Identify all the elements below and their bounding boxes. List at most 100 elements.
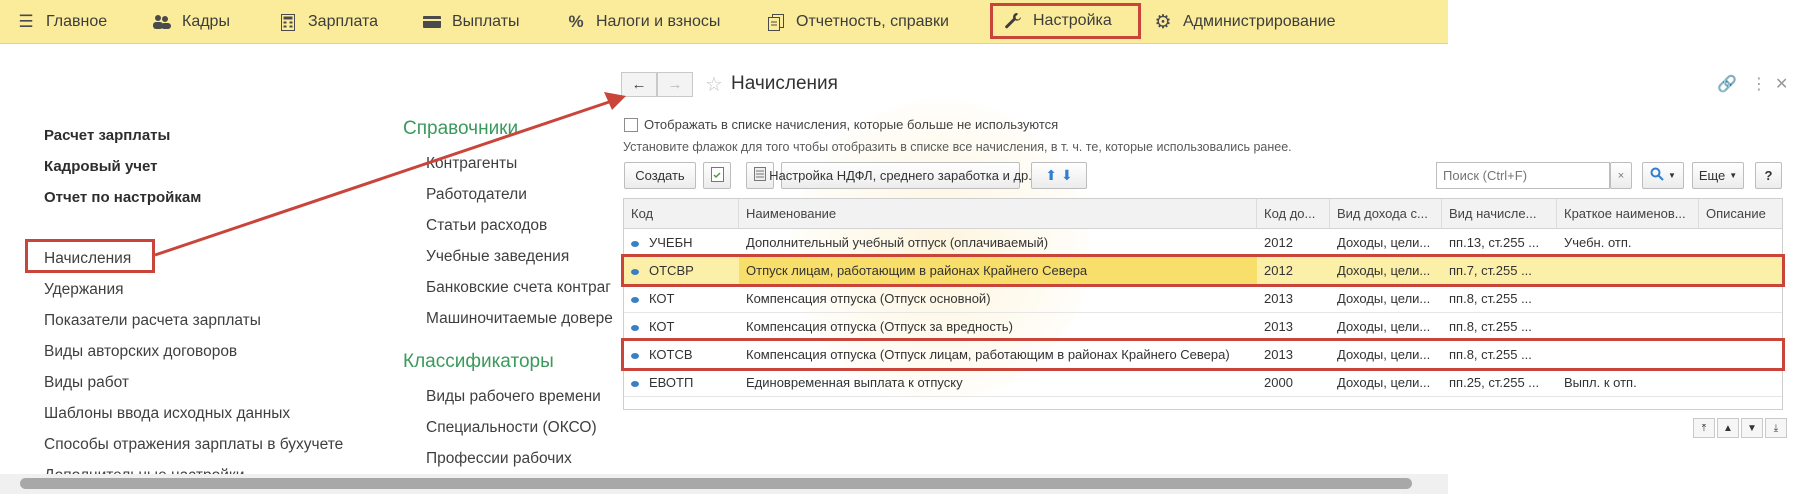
nav-link-machine-readable-poa[interactable]: Машиночитаемые довере	[403, 309, 615, 340]
cell-income-code: 2013	[1264, 291, 1293, 306]
menu-item-label: Налоги и взносы	[596, 13, 721, 30]
nav-link-settings-report[interactable]: Отчет по настройкам	[44, 188, 343, 219]
arrow-down-icon[interactable]: ⬇	[1061, 167, 1073, 184]
horizontal-scrollbar-thumb[interactable]	[20, 478, 1412, 489]
chevron-down-icon: ▼	[1729, 171, 1738, 180]
accruals-form: ← → ☆ Начисления 🔗 ⋮ ✕ Отображать в спис…	[621, 64, 1811, 454]
nav-link-bank-accounts[interactable]: Банковские счета контраг	[403, 278, 615, 309]
cell-accrual-type: пп.8, ст.255 ...	[1449, 291, 1532, 306]
scroll-up-button[interactable]: ▲	[1717, 418, 1739, 438]
search-button[interactable]: ▼	[1642, 162, 1684, 189]
cell-name: Дополнительный учебный отпуск (оплачивае…	[746, 235, 1049, 250]
accruals-highlight-frame	[25, 239, 155, 273]
nav-link-expense-items[interactable]: Статьи расходов	[403, 216, 615, 247]
percent-icon: %	[568, 12, 584, 31]
nav-link-author-contracts[interactable]: Виды авторских договоров	[44, 342, 343, 373]
nav-link-input-templates[interactable]: Шаблоны ввода исходных данных	[44, 404, 343, 435]
row-marker-icon	[631, 296, 639, 303]
cell-income-type: Доходы, цели...	[1337, 291, 1431, 306]
menu-item-label: Главное	[46, 13, 108, 30]
menu-item-settings[interactable]: Настройка	[990, 3, 1141, 39]
column-header-income-code[interactable]: Код до...	[1257, 199, 1330, 229]
nav-link-hr-accounting[interactable]: Кадровый учет	[44, 157, 343, 188]
menu-item-label: Настройка	[1033, 12, 1112, 29]
menu-item-salary[interactable]: Зарплата	[278, 0, 378, 44]
table-header: Код Наименование Код до... Вид дохода с.…	[624, 199, 1782, 229]
cell-income-type: Доходы, цели...	[1337, 375, 1431, 390]
checkbox-box[interactable]	[624, 117, 638, 132]
cell-short-name	[1557, 313, 1699, 341]
top-menu-bar: ☰ Главное Кадры Зарплата Выплаты % Налог…	[0, 0, 1448, 44]
menu-item-payments[interactable]: Выплаты	[422, 0, 520, 44]
menu-item-label: Администрирование	[1183, 13, 1336, 30]
cell-description	[1699, 229, 1784, 257]
table-row[interactable]: КОТ Компенсация отпуска (Отпуск основной…	[624, 285, 1782, 313]
cell-income-code: 2000	[1264, 375, 1293, 390]
cell-code-text: КОТ	[649, 319, 675, 334]
move-buttons[interactable]: ⬆ ⬇	[1031, 162, 1087, 189]
copy-button[interactable]	[703, 162, 731, 189]
section-title-directories: Справочники	[403, 118, 519, 139]
nav-link-specialties[interactable]: Специальности (ОКСО)	[403, 418, 615, 449]
nav-link-work-time-types[interactable]: Виды рабочего времени	[403, 387, 615, 418]
triangle-up-icon: ▲	[1723, 422, 1733, 434]
column-header-description[interactable]: Описание	[1699, 199, 1784, 229]
nav-link-salary-calc[interactable]: Расчет зарплаты	[44, 126, 343, 157]
cell-description	[1699, 285, 1784, 313]
back-button[interactable]: ←	[621, 72, 657, 97]
create-button[interactable]: Создать	[624, 162, 696, 189]
close-icon[interactable]: ✕	[1775, 74, 1788, 94]
list-icon	[754, 167, 766, 184]
more-vertical-icon[interactable]: ⋮	[1751, 74, 1767, 94]
menu-item-reports[interactable]: Отчетность, справки	[766, 0, 949, 44]
menu-item-label: Выплаты	[452, 13, 520, 30]
arrow-up-icon[interactable]: ⬆	[1045, 167, 1057, 184]
table-row[interactable]: КОТ Компенсация отпуска (Отпуск за вредн…	[624, 313, 1782, 341]
favorite-star-icon[interactable]: ☆	[705, 72, 723, 97]
scroll-down-button[interactable]: ▼	[1741, 418, 1763, 438]
calculator-icon	[278, 13, 298, 31]
column-header-short-name[interactable]: Краткое наименов...	[1557, 199, 1699, 229]
nav-link-accounting-methods[interactable]: Способы отражения зарплаты в бухучете	[44, 435, 343, 466]
nav-link-deductions[interactable]: Удержания	[44, 280, 343, 311]
column-header-code[interactable]: Код	[624, 199, 739, 229]
column-header-name[interactable]: Наименование	[739, 199, 1257, 229]
nav-link-salary-indicators[interactable]: Показатели расчета зарплаты	[44, 311, 343, 342]
scroll-top-button[interactable]: ⤒	[1693, 418, 1715, 438]
nav-link-educational-institutions[interactable]: Учебные заведения	[403, 247, 615, 278]
wrench-icon	[1003, 12, 1023, 30]
menu-item-main[interactable]: ☰ Главное	[16, 0, 107, 44]
menu-item-label: Кадры	[182, 13, 230, 30]
nav-link-contractors[interactable]: Контрагенты	[403, 154, 615, 185]
search-clear-button[interactable]: ×	[1610, 162, 1632, 189]
show-unused-checkbox[interactable]: Отображать в списке начисления, которые …	[624, 117, 1058, 132]
menu-item-personnel[interactable]: Кадры	[152, 0, 230, 44]
hamburger-icon: ☰	[18, 12, 34, 31]
cell-income-type: Доходы, цели...	[1337, 235, 1431, 250]
cell-income-type: Доходы, цели...	[1337, 319, 1431, 334]
column-header-income-type[interactable]: Вид дохода с...	[1330, 199, 1442, 229]
table-row[interactable]: УЧЕБН Дополнительный учебный отпуск (опл…	[624, 229, 1782, 257]
accruals-table: Код Наименование Код до... Вид дохода с.…	[623, 198, 1783, 410]
middle-nav-column: Справочники Контрагенты Работодатели Ста…	[403, 118, 615, 480]
ndfl-settings-button[interactable]: Настройка НДФЛ, среднего заработка и др.	[769, 162, 1032, 189]
row-highlight-frame	[621, 254, 1785, 287]
search-input[interactable]	[1436, 162, 1610, 189]
menu-item-administration[interactable]: ⚙ Администрирование	[1153, 0, 1336, 44]
nav-link-employers[interactable]: Работодатели	[403, 185, 615, 216]
nav-link-work-types[interactable]: Виды работ	[44, 373, 343, 404]
menu-item-taxes[interactable]: % Налоги и взносы	[566, 0, 720, 44]
link-icon[interactable]: 🔗	[1717, 74, 1737, 94]
scroll-bottom-button[interactable]: ⤓	[1765, 418, 1787, 438]
help-button[interactable]: ?	[1755, 162, 1782, 189]
left-nav-column: Расчет зарплаты Кадровый учет Отчет по н…	[44, 126, 343, 497]
more-button[interactable]: Еще ▼	[1692, 162, 1744, 189]
column-header-accrual-type[interactable]: Вид начисле...	[1442, 199, 1557, 229]
table-row[interactable]: ЕВОТП Единовременная выплата к отпуску 2…	[624, 369, 1782, 397]
forward-button[interactable]: →	[657, 72, 693, 97]
cell-accrual-type: пп.8, ст.255 ...	[1449, 319, 1532, 334]
cell-short-name: Выпл. к отп.	[1564, 375, 1637, 390]
more-button-label: Еще	[1698, 168, 1726, 183]
row-highlight-frame	[621, 338, 1785, 371]
cell-accrual-type: пп.25, ст.255 ...	[1449, 375, 1540, 390]
